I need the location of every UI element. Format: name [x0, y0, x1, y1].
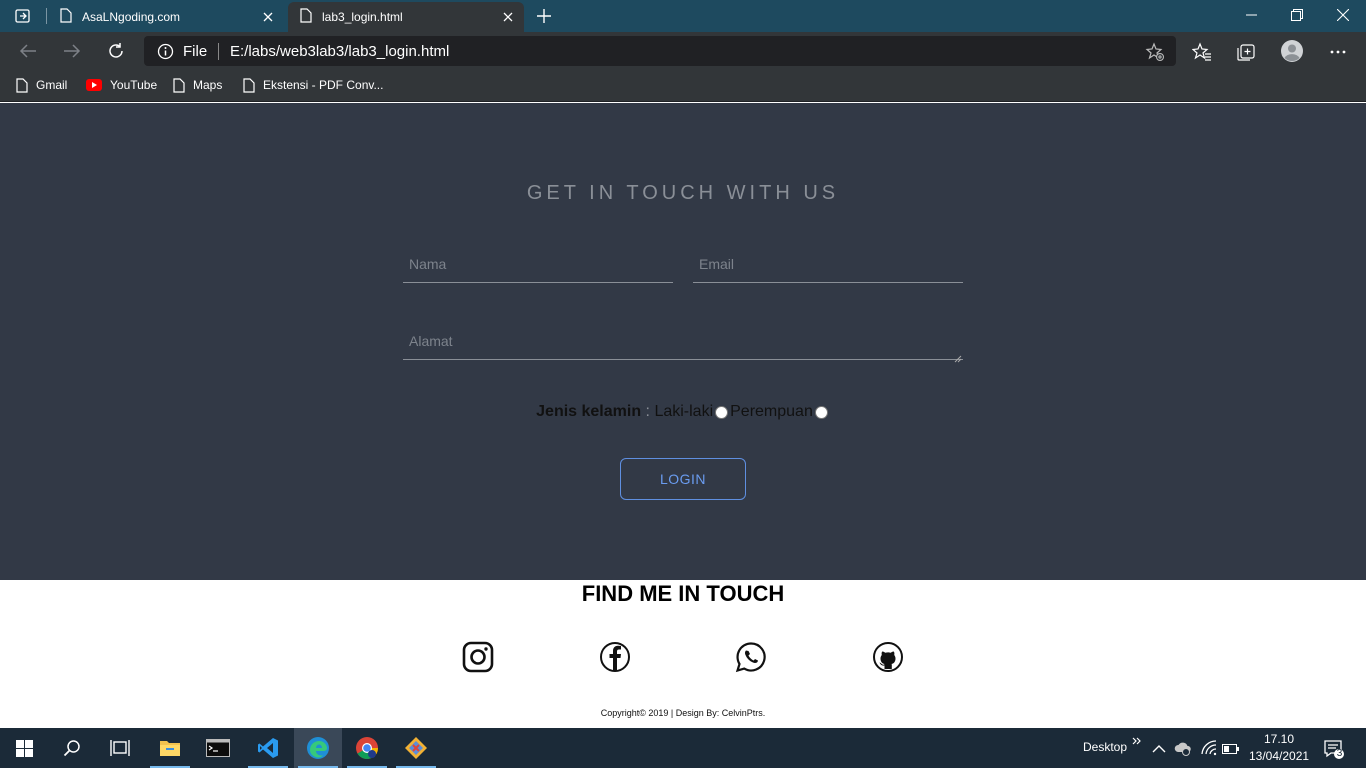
chevron-double-right-icon[interactable] — [1132, 732, 1142, 745]
address-url[interactable]: E:/labs/web3lab3/lab3_login.html — [230, 43, 449, 60]
bookmark-maps[interactable]: Maps — [173, 76, 222, 94]
start-button[interactable] — [0, 728, 48, 768]
clock[interactable]: 17.10 13/04/2021 — [1249, 731, 1309, 765]
tab-title: AsaLNgoding.com — [82, 10, 181, 24]
tab-lab3-login[interactable]: lab3_login.html — [288, 2, 524, 32]
add-favorite-icon[interactable] — [1145, 42, 1165, 62]
page-icon — [60, 8, 72, 26]
gender-row: Jenis kelamin : Laki-laki Perempuan — [0, 403, 1366, 421]
radio-female[interactable] — [814, 405, 828, 419]
terminal-icon[interactable] — [194, 728, 242, 768]
clock-date: 13/04/2021 — [1249, 749, 1310, 763]
bookmark-label: YouTube — [110, 78, 158, 92]
tab-asalngoding[interactable]: AsaLNgoding.com — [48, 2, 284, 32]
notification-count: 3 — [1336, 748, 1343, 759]
restore-button[interactable] — [1274, 0, 1320, 30]
file-explorer-icon[interactable] — [146, 728, 194, 768]
option-male-label: Laki-laki — [654, 403, 714, 420]
edge-icon[interactable] — [294, 728, 342, 768]
bookmark-label: Maps — [193, 78, 223, 92]
page-icon — [243, 77, 255, 93]
instagram-icon[interactable] — [462, 641, 494, 673]
page-icon — [173, 77, 185, 93]
close-tab-icon[interactable] — [500, 9, 516, 25]
close-tab-icon[interactable] — [260, 9, 276, 25]
forward-button[interactable] — [57, 36, 87, 66]
profile-avatar-icon[interactable] — [1281, 40, 1303, 62]
tab-actions-icon[interactable] — [14, 8, 32, 24]
gender-label: Jenis kelamin — [536, 403, 642, 420]
battery-icon[interactable] — [1222, 742, 1240, 754]
facebook-icon[interactable] — [599, 641, 631, 673]
radio-male[interactable] — [715, 405, 729, 419]
cloud-sync-icon[interactable] — [1174, 740, 1192, 756]
login-button[interactable]: LOGIN — [620, 458, 746, 500]
new-tab-icon[interactable] — [534, 6, 554, 26]
back-button[interactable] — [13, 36, 43, 66]
address-divider — [218, 43, 219, 60]
github-icon[interactable] — [872, 641, 904, 673]
notification-center-icon[interactable]: 3 — [1323, 738, 1345, 760]
alamat-textarea[interactable]: Alamat — [403, 325, 963, 363]
clock-time: 17.10 — [1263, 732, 1295, 746]
close-window-button[interactable] — [1320, 0, 1366, 30]
page-icon — [16, 77, 28, 93]
info-icon[interactable] — [157, 43, 174, 60]
nama-input[interactable]: Nama — [403, 248, 673, 283]
wifi-icon[interactable] — [1200, 740, 1218, 756]
minimize-button[interactable] — [1228, 0, 1274, 30]
favorites-icon[interactable] — [1191, 42, 1212, 62]
task-view-icon[interactable] — [96, 728, 144, 768]
tab-title: lab3_login.html — [322, 10, 403, 24]
bookmark-gmail[interactable]: Gmail — [16, 76, 67, 94]
gender-separator: : — [641, 403, 655, 420]
footer-heading: FIND ME IN TOUCH — [581, 581, 785, 606]
address-scheme-label: File — [183, 43, 208, 60]
more-menu-icon[interactable] — [1328, 42, 1348, 62]
bookmark-label: Gmail — [36, 78, 68, 92]
whatsapp-icon[interactable] — [735, 641, 767, 673]
vscode-icon[interactable] — [244, 728, 292, 768]
collections-icon[interactable] — [1236, 42, 1256, 62]
chevron-up-icon[interactable] — [1152, 741, 1166, 755]
option-female-label: Perempuan — [730, 403, 813, 420]
chrome-icon[interactable] — [343, 728, 391, 768]
resize-handle-icon[interactable] — [954, 350, 962, 363]
desktop-toolbar-label[interactable]: Desktop — [1083, 740, 1127, 754]
page-title: GET IN TOUCH WITH US — [526, 182, 840, 204]
bookmark-label: Ekstensi - PDF Conv... — [263, 78, 384, 92]
nama-placeholder: Nama — [409, 256, 447, 272]
search-icon[interactable] — [48, 728, 96, 768]
copyright-text: Copyright© 2019 | Design By: CelvinPtrs. — [600, 708, 766, 718]
tab-divider — [46, 8, 47, 24]
youtube-icon — [86, 79, 102, 91]
bookmark-ekstensi[interactable]: Ekstensi - PDF Conv... — [243, 76, 383, 94]
email-placeholder: Email — [699, 256, 735, 272]
bookmark-youtube[interactable]: YouTube — [86, 76, 157, 94]
email-input[interactable]: Email — [693, 248, 963, 283]
refresh-button[interactable] — [101, 36, 131, 66]
page-icon — [300, 8, 312, 26]
git-app-icon[interactable] — [392, 728, 440, 768]
alamat-placeholder: Alamat — [409, 333, 453, 349]
